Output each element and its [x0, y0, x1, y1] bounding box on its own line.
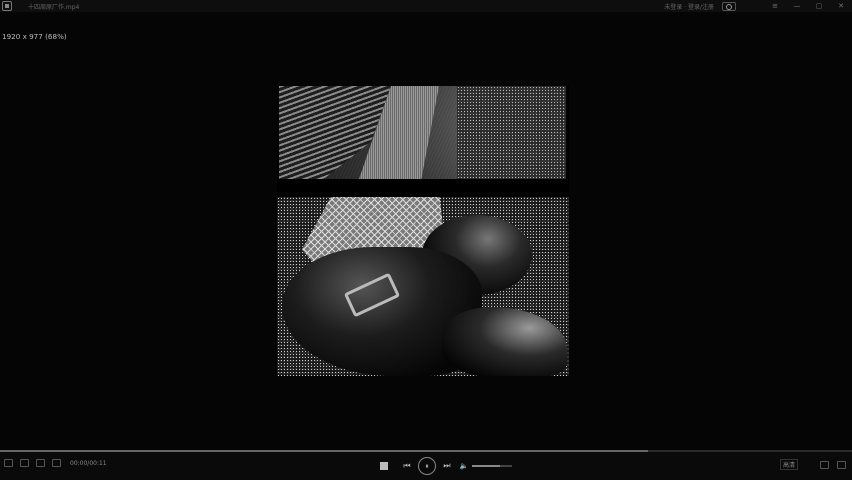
settings-icon[interactable]: [52, 459, 61, 467]
menu-icon[interactable]: ≡: [764, 0, 786, 12]
stop-button[interactable]: [380, 462, 388, 470]
video-panel-top: [279, 86, 566, 179]
app-logo-icon[interactable]: [2, 1, 12, 11]
maximize-button[interactable]: ▢: [808, 0, 830, 12]
shoe-front: [442, 307, 567, 376]
screenshot-icon[interactable]: [20, 459, 29, 467]
subtitle-icon[interactable]: [36, 459, 45, 467]
minimize-button[interactable]: —: [786, 0, 808, 12]
pip-icon[interactable]: [820, 460, 829, 469]
volume-icon[interactable]: 🔈: [458, 462, 470, 470]
pause-button[interactable]: ⏸: [418, 457, 436, 475]
window-title: 十四周原厂作.mp4: [28, 3, 80, 11]
close-button[interactable]: ✕: [830, 0, 852, 12]
control-bar: 00:00/00:11 ⏮ ⏸ ⏭ 🔈 高清: [0, 452, 852, 480]
volume-slider[interactable]: [472, 465, 512, 467]
control-right-group: 高清: [779, 459, 846, 470]
video-frame[interactable]: [277, 86, 569, 376]
user-login-link[interactable]: 未登录 · 登录/注册: [664, 2, 714, 11]
next-button[interactable]: ⏭: [440, 461, 454, 471]
quality-button[interactable]: 高清: [779, 459, 798, 470]
video-panel-bottom: [277, 197, 569, 376]
playback-controls: ⏮ ⏸ ⏭ 🔈: [380, 456, 512, 476]
time-display: 00:00/00:11: [70, 459, 107, 467]
title-bar: 十四周原厂作.mp4 未登录 · 登录/注册 ≡ — ▢ ✕: [0, 0, 852, 12]
search-icon[interactable]: [722, 1, 736, 11]
previous-button[interactable]: ⏮: [400, 461, 414, 471]
gravel-ground: [457, 86, 566, 179]
control-left-group: 00:00/00:11: [4, 459, 107, 467]
fullscreen-icon[interactable]: [837, 460, 846, 469]
volume-fill: [472, 465, 500, 467]
resolution-label: 1920 x 977 (68%): [2, 32, 67, 41]
title-bar-right: 未登录 · 登录/注册 ≡ — ▢ ✕: [664, 0, 852, 12]
playlist-icon[interactable]: [4, 459, 13, 467]
